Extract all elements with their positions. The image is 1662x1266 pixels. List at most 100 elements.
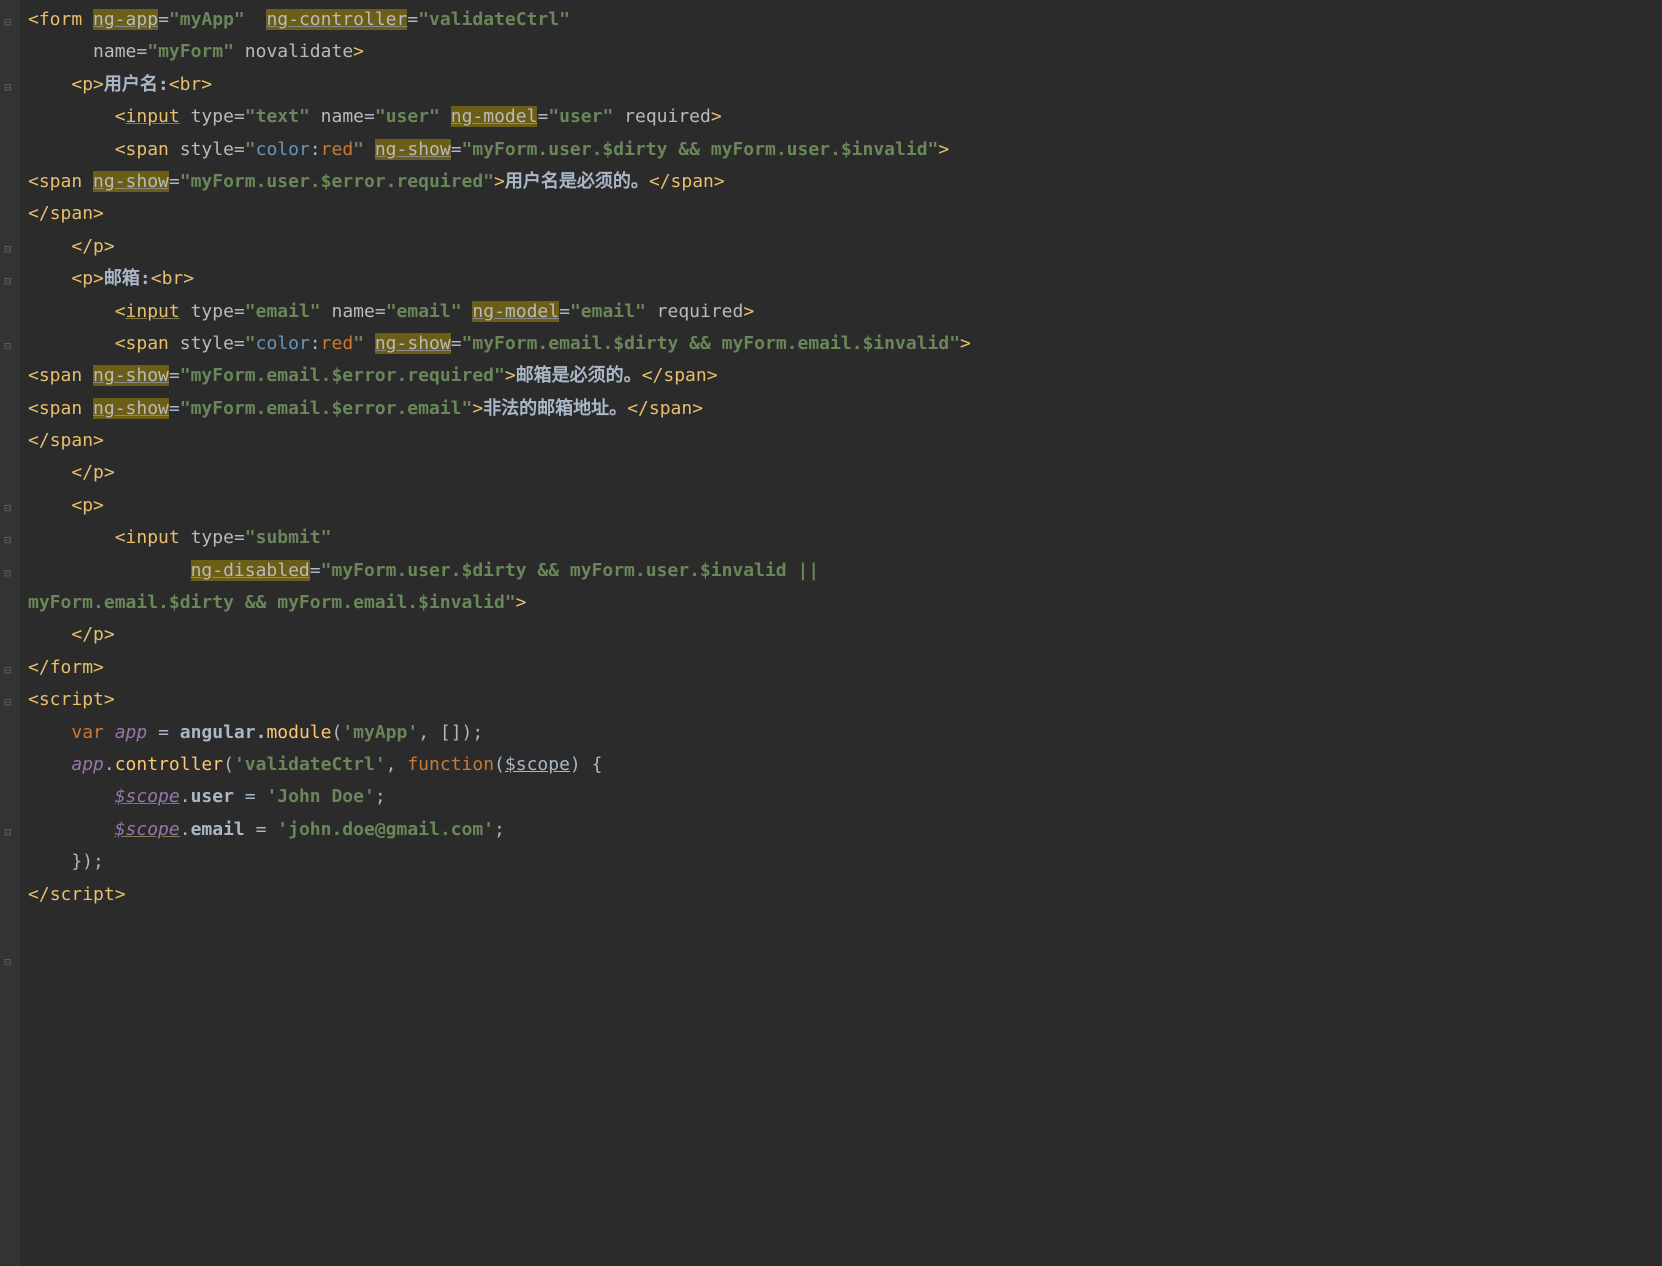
code-line[interactable]: $scope.user = 'John Doe'; (28, 781, 971, 813)
code-line[interactable]: app.controller('validateCtrl', function(… (28, 749, 971, 781)
token-attr: type (191, 106, 234, 127)
token-str: "myForm.user.$dirty && myForm.user.$inva… (462, 139, 939, 160)
token-punc: > (960, 333, 971, 354)
code-line[interactable]: $scope.email = 'john.doe@gmail.com'; (28, 814, 971, 846)
fold-marker[interactable]: ⊟ (4, 498, 16, 510)
token-ident-it: app (71, 754, 104, 775)
token-txt (28, 301, 115, 322)
code-line[interactable]: <input type="email" name="email" ng-mode… (28, 296, 971, 328)
token-punc: </ (642, 365, 664, 386)
token-attr: type (191, 301, 234, 322)
code-line[interactable]: <input type="text" name="user" ng-model=… (28, 101, 971, 133)
code-line[interactable]: <input type="submit" (28, 522, 971, 554)
token-op: }); (28, 851, 104, 872)
token-tag: span (126, 139, 180, 160)
token-attr: required (624, 106, 711, 127)
token-ident-it: $scope (115, 786, 180, 807)
token-punc: > (201, 74, 212, 95)
fold-marker[interactable]: ⊟ (4, 12, 16, 24)
token-op: = (147, 722, 180, 743)
token-attr: type (191, 527, 234, 548)
code-line[interactable]: ng-disabled="myForm.user.$dirty && myFor… (28, 555, 971, 587)
code-line[interactable]: name="myForm" novalidate> (28, 36, 971, 68)
token-str: " (245, 333, 256, 354)
token-tag: span (39, 171, 93, 192)
code-line[interactable]: <span ng-show="myForm.user.$error.requir… (28, 166, 971, 198)
code-line[interactable]: <form ng-app="myApp" ng-controller="vali… (28, 4, 971, 36)
token-txt (364, 333, 375, 354)
fold-marker[interactable]: ⊟ (4, 822, 16, 834)
fold-marker[interactable]: ⊟ (4, 530, 16, 542)
code-line[interactable]: <span ng-show="myForm.email.$error.email… (28, 393, 971, 425)
token-op: . (180, 786, 191, 807)
code-line[interactable]: var app = angular.module('myApp', []); (28, 717, 971, 749)
code-line[interactable]: <span style="color:red" ng-show="myForm.… (28, 328, 971, 360)
token-punc: </ (28, 884, 50, 905)
code-line[interactable]: <script> (28, 684, 971, 716)
token-op: ( (331, 722, 342, 743)
token-attr-hl: ng-model (451, 106, 538, 127)
token-tag: form (39, 9, 93, 30)
token-op: : (310, 139, 321, 160)
token-txt: user (191, 786, 234, 807)
code-editor[interactable]: ⊟ ⊟ ⊟ ⊟ ⊟ ⊟ ⊟ ⊟ ⊟ ⊟ ⊟ ⊟ <form ng-app="myApp" ng-con… (0, 0, 1662, 1266)
token-punc: > (516, 592, 527, 613)
code-line[interactable]: <span style="color:red" ng-show="myForm.… (28, 134, 971, 166)
token-op: , []); (418, 722, 483, 743)
fold-marker[interactable]: ⊟ (4, 271, 16, 283)
token-punc: > (707, 365, 718, 386)
token-txt (28, 786, 115, 807)
code-line[interactable]: <p>用户名:<br> (28, 69, 971, 101)
token-txt (180, 106, 191, 127)
token-tag: p (93, 236, 104, 257)
token-attr: novalidate (245, 41, 353, 62)
fold-marker[interactable]: ⊟ (4, 336, 16, 348)
gutter: ⊟ ⊟ ⊟ ⊟ ⊟ ⊟ ⊟ ⊟ ⊟ ⊟ ⊟ ⊟ (0, 0, 20, 1266)
code-line[interactable]: myForm.email.$dirty && myForm.email.$inv… (28, 587, 971, 619)
token-punc: > (93, 74, 104, 95)
code-line[interactable]: </span> (28, 425, 971, 457)
code-line[interactable]: <p>邮箱:<br> (28, 263, 971, 295)
token-eq: = (169, 365, 180, 386)
token-kw: var (71, 722, 114, 743)
token-txt: 邮箱: (104, 268, 151, 289)
code-line[interactable]: </form> (28, 652, 971, 684)
fold-marker[interactable]: ⊟ (4, 77, 16, 89)
token-punc: </ (627, 398, 649, 419)
token-tag: script (50, 884, 115, 905)
token-punc: < (151, 268, 162, 289)
code-line[interactable]: </p> (28, 457, 971, 489)
token-attr: name (331, 301, 374, 322)
fold-marker[interactable]: ⊟ (4, 239, 16, 251)
fold-marker[interactable]: ⊟ (4, 952, 16, 964)
fold-marker[interactable]: ⊟ (4, 660, 16, 672)
fold-marker[interactable]: ⊟ (4, 692, 16, 704)
token-op: ; (375, 786, 386, 807)
token-op: . (104, 754, 115, 775)
token-eq: = (169, 171, 180, 192)
token-op: ) { (570, 754, 603, 775)
token-str: "myForm" (147, 41, 234, 62)
token-tag: span (39, 365, 93, 386)
code-line[interactable]: }); (28, 846, 971, 878)
token-txt (364, 139, 375, 160)
code-line[interactable]: </p> (28, 619, 971, 651)
token-attr-hl: ng-show (93, 365, 169, 386)
token-op: ; (494, 819, 505, 840)
token-op: ( (494, 754, 505, 775)
token-punc: < (28, 9, 39, 30)
code-line[interactable]: <p> (28, 490, 971, 522)
token-punc: > (714, 171, 725, 192)
fold-marker[interactable]: ⊟ (4, 563, 16, 575)
token-txt (28, 754, 71, 775)
token-punc: </ (71, 236, 93, 257)
code-area[interactable]: <form ng-app="myApp" ng-controller="vali… (20, 0, 971, 1266)
code-line[interactable]: <span ng-show="myForm.email.$error.requi… (28, 360, 971, 392)
code-line[interactable]: </span> (28, 198, 971, 230)
code-line[interactable]: </script> (28, 879, 971, 911)
token-punc: < (71, 268, 82, 289)
code-line[interactable]: </p> (28, 231, 971, 263)
token-attr-hl: ng-model (472, 301, 559, 322)
token-eq: = (310, 560, 321, 581)
token-tag: form (50, 657, 93, 678)
